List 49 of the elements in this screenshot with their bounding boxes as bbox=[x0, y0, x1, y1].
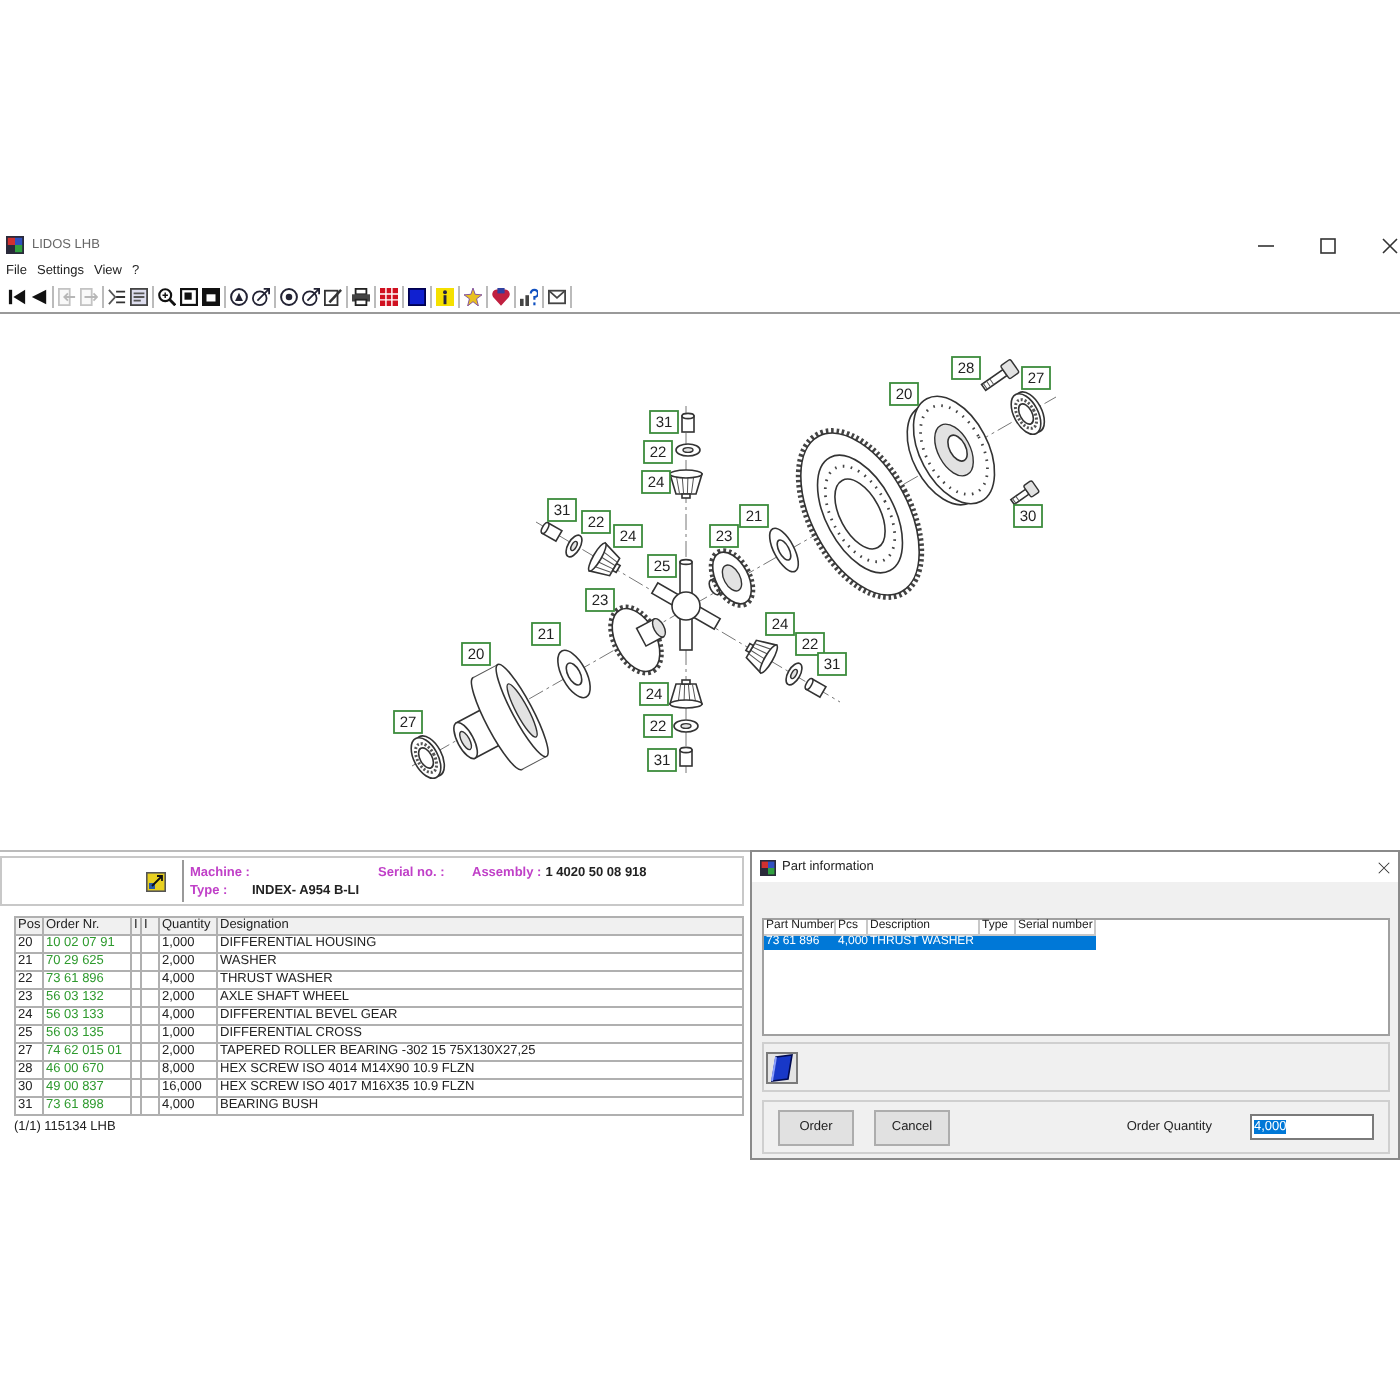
close-icon[interactable] bbox=[1378, 861, 1390, 873]
bushing bbox=[679, 746, 693, 767]
app-icon bbox=[6, 236, 24, 254]
housing bbox=[906, 395, 996, 506]
washer bbox=[768, 527, 800, 573]
bolt bbox=[1009, 479, 1041, 506]
list-icon[interactable] bbox=[108, 287, 126, 305]
app-icon bbox=[760, 859, 776, 875]
housing bbox=[453, 663, 549, 771]
info-icon[interactable] bbox=[436, 287, 454, 305]
bevel-gear bbox=[744, 639, 779, 675]
pencil-page-icon[interactable] bbox=[324, 287, 342, 305]
circle-triangle-icon[interactable] bbox=[230, 287, 248, 305]
square-icon[interactable] bbox=[408, 287, 426, 305]
circle-arrow-icon[interactable] bbox=[302, 287, 320, 305]
roller-bearing bbox=[410, 735, 446, 779]
washer bbox=[557, 649, 591, 699]
arrows-icon[interactable] bbox=[146, 871, 166, 891]
roller-bearing bbox=[1010, 391, 1046, 436]
bushing bbox=[681, 412, 695, 433]
grid-icon[interactable] bbox=[380, 287, 398, 305]
washer bbox=[675, 443, 701, 457]
previous-page-icon[interactable] bbox=[30, 287, 48, 305]
maximize-icon[interactable] bbox=[1320, 237, 1336, 253]
bushing bbox=[804, 677, 828, 699]
bevel-gear bbox=[668, 469, 704, 499]
star-icon[interactable] bbox=[464, 287, 482, 305]
help-icon[interactable] bbox=[520, 287, 538, 305]
washer bbox=[565, 534, 583, 558]
washer bbox=[673, 719, 699, 733]
window-icon[interactable] bbox=[202, 287, 220, 305]
heart-icon[interactable] bbox=[492, 287, 510, 305]
washer bbox=[785, 662, 803, 686]
side-gear bbox=[608, 604, 667, 676]
document-icon[interactable] bbox=[130, 287, 148, 305]
first-page-icon[interactable] bbox=[8, 287, 26, 305]
bolt bbox=[980, 358, 1021, 392]
bevel-gear bbox=[587, 541, 622, 577]
print-icon[interactable] bbox=[352, 287, 370, 305]
zoom-in-icon[interactable] bbox=[158, 287, 176, 305]
circle-arrow-icon[interactable] bbox=[252, 287, 270, 305]
circle-dot-icon[interactable] bbox=[280, 287, 298, 305]
page-icon[interactable] bbox=[180, 287, 198, 305]
close-icon[interactable] bbox=[1382, 237, 1398, 253]
book-icon[interactable] bbox=[766, 1051, 798, 1083]
bevel-gear bbox=[668, 679, 704, 709]
side-gear bbox=[708, 548, 756, 608]
bushing bbox=[540, 521, 564, 543]
envelope-icon[interactable] bbox=[548, 287, 566, 305]
